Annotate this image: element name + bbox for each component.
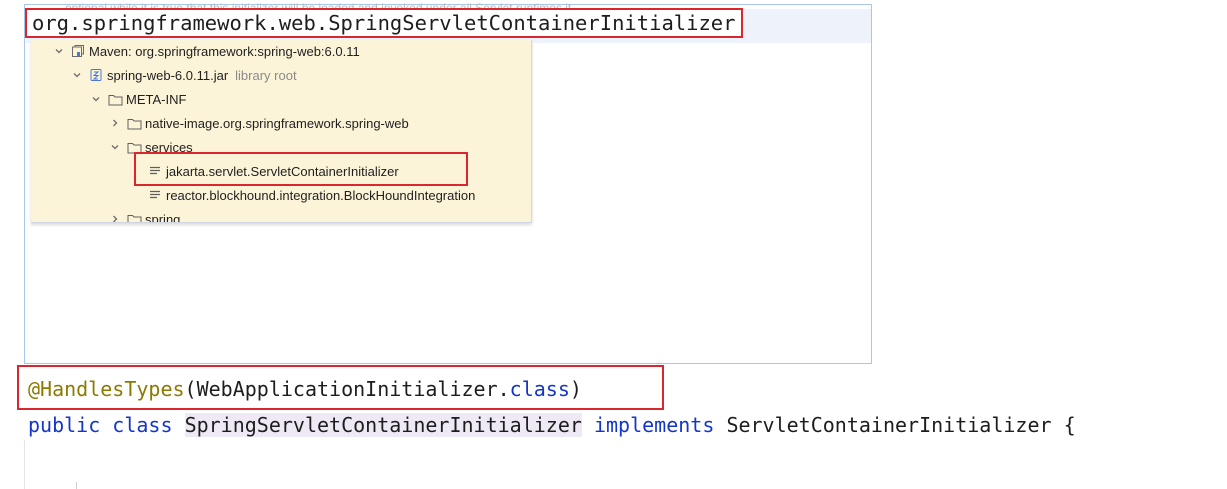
annotation-name: @HandlesTypes — [28, 377, 185, 401]
tree-row-label: native-image.org.springframework.spring-… — [145, 115, 409, 131]
class-name: SpringServletContainerInitializer — [184, 413, 582, 437]
class-fqn-box: org.springframework.web.SpringServletCon… — [25, 8, 743, 38]
text-file-icon — [147, 187, 163, 203]
tree-row-spring[interactable]: spring — [109, 207, 181, 223]
code-line-class-declaration[interactable]: public class SpringServletContainerIniti… — [28, 413, 1076, 437]
tree-row-label: spring-web-6.0.11.jar — [107, 67, 229, 83]
tree-row-meta-inf[interactable]: META-INF — [90, 87, 186, 111]
tree-row-native-image[interactable]: native-image.org.springframework.spring-… — [109, 111, 409, 135]
folder-icon — [126, 211, 142, 222]
tree-row-label: META-INF — [126, 91, 187, 107]
tree-row-label: spring — [145, 211, 181, 223]
class-fqn-text: org.springframework.web.SpringServletCon… — [32, 11, 736, 35]
class-keyword: class — [112, 413, 173, 437]
chevron-right-icon[interactable] — [109, 117, 121, 129]
chevron-right-icon[interactable] — [109, 213, 121, 222]
open-paren: ( — [184, 377, 197, 401]
chevron-down-icon[interactable] — [71, 69, 83, 81]
annotation-arg-type: WebApplicationInitializer — [196, 377, 498, 401]
open-brace: { — [1063, 413, 1076, 437]
chevron-down-icon[interactable] — [109, 141, 121, 153]
folder-icon — [126, 115, 142, 131]
jar-icon — [88, 67, 104, 83]
dot: . — [497, 377, 510, 401]
indent-guide — [76, 482, 77, 489]
library-icon — [70, 43, 86, 59]
tree-row-label: Maven: org.springframework:spring-web:6.… — [89, 43, 360, 59]
project-tree: Maven: org.springframework:spring-web:6.… — [31, 40, 532, 223]
class-literal-keyword: class — [509, 377, 570, 401]
tree-row-blockhound-file[interactable]: reactor.blockhound.integration.BlockHoun… — [142, 183, 475, 207]
folder-icon — [107, 91, 123, 107]
code-line-annotation[interactable]: @HandlesTypes(WebApplicationInitializer.… — [28, 377, 582, 401]
interface-name: ServletContainerInitializer — [726, 413, 1052, 437]
editor-gutter-line — [24, 440, 25, 489]
public-keyword: public — [28, 413, 101, 437]
tree-row-maven-library[interactable]: Maven: org.springframework:spring-web:6.… — [53, 40, 360, 63]
tree-row-label: reactor.blockhound.integration.BlockHoun… — [166, 187, 476, 203]
chevron-down-icon[interactable] — [90, 93, 102, 105]
library-root-hint: library root — [235, 67, 297, 83]
implements-keyword: implements — [593, 413, 715, 437]
chevron-down-icon[interactable] — [53, 45, 65, 57]
tree-row-jar[interactable]: spring-web-6.0.11.jar library root — [71, 63, 297, 87]
close-paren: ) — [569, 377, 582, 401]
servlet-initializer-highlight-box — [134, 152, 468, 186]
